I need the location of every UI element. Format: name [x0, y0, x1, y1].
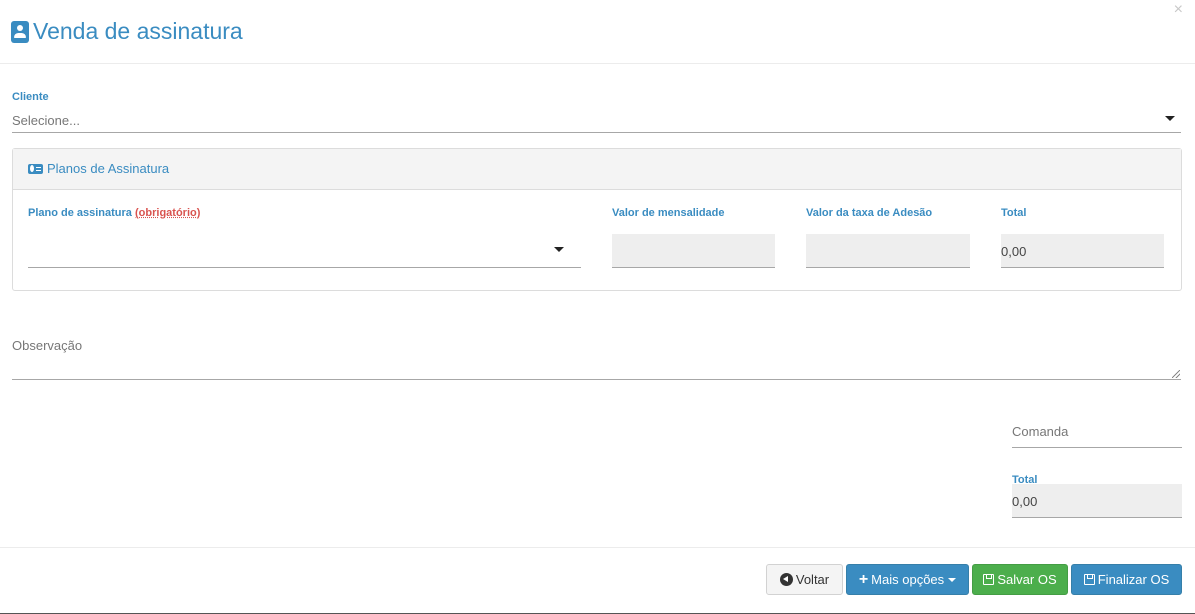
- plano-label: Plano de assinatura (obrigatório): [28, 207, 200, 219]
- mais-opcoes-label: Mais opções: [871, 572, 945, 587]
- plano-label-text: Plano de assinatura: [28, 207, 132, 219]
- planos-panel-title: Planos de Assinatura: [47, 161, 170, 176]
- plano-total-value: 0,00: [1001, 244, 1027, 259]
- mensalidade-field: [612, 234, 775, 268]
- chevron-down-icon: [1165, 116, 1175, 121]
- resize-handle-icon[interactable]: [1172, 370, 1180, 378]
- voltar-label: Voltar: [795, 572, 830, 587]
- plano-total-field: 0,00: [1001, 234, 1164, 268]
- comanda-input[interactable]: Comanda: [1012, 418, 1182, 448]
- modal-header: Venda de assinatura ×: [0, 0, 1195, 64]
- save-icon: [983, 574, 995, 585]
- plano-total-label: Total: [1001, 207, 1027, 219]
- voltar-button[interactable]: Voltar: [766, 564, 843, 595]
- mais-opcoes-button[interactable]: + Mais opções: [846, 564, 969, 595]
- observacao-placeholder: Observação: [12, 338, 83, 353]
- finalizar-label: Finalizar OS: [1097, 572, 1170, 587]
- adesao-label: Valor da taxa de Adesão: [806, 207, 933, 219]
- planos-panel-heading: Planos de Assinatura: [13, 149, 1181, 190]
- caret-down-icon: [948, 577, 957, 582]
- planos-panel: Planos de Assinatura Plano de assinatura…: [12, 148, 1182, 291]
- chevron-down-icon: [554, 247, 564, 252]
- close-button[interactable]: ×: [1174, 1, 1183, 19]
- observacao-textarea[interactable]: Observação: [12, 336, 1181, 380]
- plus-icon: +: [858, 570, 869, 588]
- comanda-placeholder: Comanda: [1012, 424, 1069, 439]
- required-marker: (obrigatório): [135, 207, 201, 219]
- arrow-circle-left-icon: [779, 573, 793, 586]
- cliente-placeholder: Selecione...: [12, 113, 80, 128]
- cliente-label: Cliente: [12, 91, 49, 103]
- salvar-label: Salvar OS: [997, 572, 1057, 587]
- finalizar-os-button[interactable]: Finalizar OS: [1071, 564, 1182, 595]
- user-badge-icon: [11, 21, 29, 43]
- summary-total-field: 0,00: [1012, 484, 1182, 518]
- money-bill-icon: [28, 164, 43, 174]
- modal-footer: Voltar + Mais opções Salvar OS Finalizar…: [0, 547, 1195, 614]
- adesao-field: [806, 234, 970, 268]
- cliente-select[interactable]: Selecione...: [12, 108, 1181, 133]
- save-icon: [1083, 574, 1095, 585]
- plano-select[interactable]: [28, 243, 581, 268]
- salvar-os-button[interactable]: Salvar OS: [972, 564, 1068, 595]
- mensalidade-label: Valor de mensalidade: [612, 207, 725, 219]
- modal-title: Venda de assinatura: [33, 18, 243, 44]
- summary-total-value: 0,00: [1012, 494, 1038, 509]
